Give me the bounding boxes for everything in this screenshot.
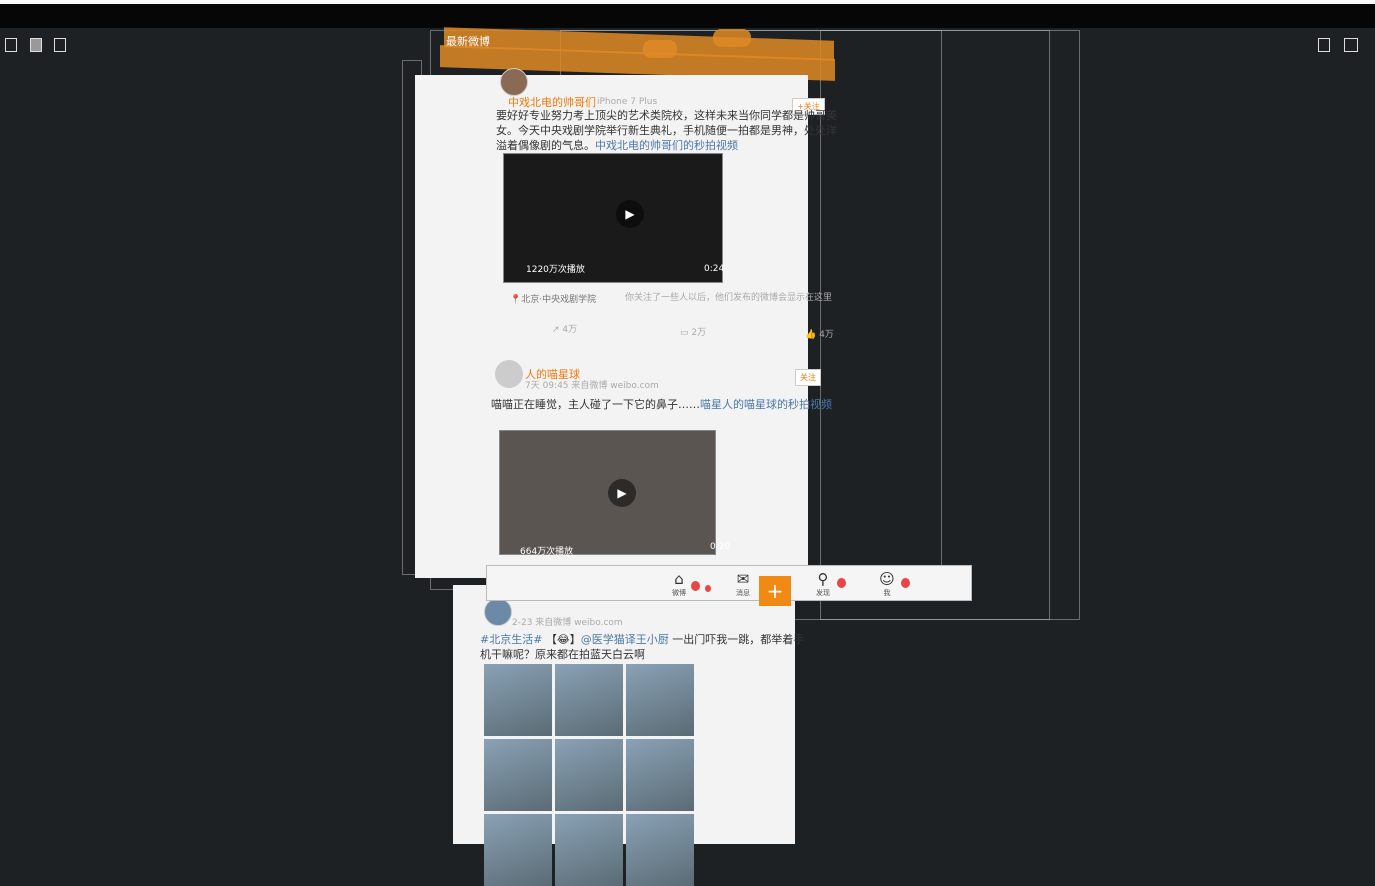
comment-button[interactable]: ▭ 2万	[680, 325, 706, 338]
view-count: 664万次播放	[520, 547, 574, 557]
split-icon[interactable]	[1344, 38, 1358, 52]
avatar[interactable]	[500, 68, 528, 96]
photo[interactable]	[626, 664, 694, 736]
avatar[interactable]	[495, 360, 523, 388]
nav-title: 最新微博	[446, 35, 490, 48]
photo[interactable]	[484, 814, 552, 886]
badge	[705, 585, 711, 592]
fill-icon[interactable]	[30, 38, 42, 52]
compose-button[interactable]: +	[759, 576, 791, 606]
photo[interactable]	[555, 739, 623, 811]
badge	[837, 578, 846, 588]
layout-icon[interactable]	[5, 38, 17, 52]
empty-hint: 你关注了一些人以后，他们发布的微博会显示在这里	[625, 293, 833, 303]
image-grid	[484, 664, 694, 886]
badge	[691, 581, 700, 591]
photo[interactable]	[626, 814, 694, 886]
post-meta: 7天 09:45 来自微博 weibo.com	[525, 381, 659, 391]
video-player[interactable]: ▶ 1220万次播放 0:24	[503, 153, 725, 283]
avatar[interactable]	[484, 598, 512, 626]
post-text: 要好好专业努力考上顶尖的艺术类院校，这样未来当你同学都是帅哥美女。今天中央戏剧学…	[496, 109, 837, 152]
view-count: 1220万次播放	[526, 265, 585, 275]
location[interactable]: 📍北京·中央戏剧学院	[510, 292, 596, 305]
post-text: 喵喵正在睡觉，主人碰了一下它的鼻子……喵星人的喵星球的秒拍视频	[491, 398, 832, 411]
panel-icon[interactable]	[1318, 38, 1330, 52]
top-bar	[0, 0, 1375, 28]
video-duration: 0:24	[704, 264, 725, 274]
video-player[interactable]: ▶ 664万次播放 0:20	[499, 430, 730, 557]
frame-icon[interactable]	[54, 38, 66, 52]
play-icon[interactable]: ▶	[608, 479, 636, 507]
photo[interactable]	[484, 739, 552, 811]
badge	[901, 578, 910, 588]
mail-icon: ✉	[736, 570, 750, 588]
tab-bar: ⌂ 微博 ✉ 消息 + ⚲ 发现 ☺ 我	[486, 565, 972, 606]
photo[interactable]	[555, 814, 623, 886]
photo[interactable]	[484, 664, 552, 736]
photo[interactable]	[626, 739, 694, 811]
like-button[interactable]: 👍 4万	[805, 327, 834, 340]
play-icon[interactable]: ▶	[616, 200, 644, 228]
post-meta: iPhone 7 Plus	[597, 97, 658, 107]
follow-button[interactable]: 关注	[795, 369, 821, 386]
tab-messages[interactable]: ✉ 消息	[723, 570, 763, 598]
repost-button[interactable]: ↗ 4万	[552, 322, 577, 335]
photo[interactable]	[555, 664, 623, 736]
video-duration: 0:20	[710, 542, 731, 552]
post-text: #北京生活# 【😂】@医学猫译王小厨 一出门吓我一跳，都举着手机干嘛呢？原来都在…	[480, 633, 805, 661]
post-meta: 2-23 来自微博 weibo.com	[512, 618, 623, 628]
